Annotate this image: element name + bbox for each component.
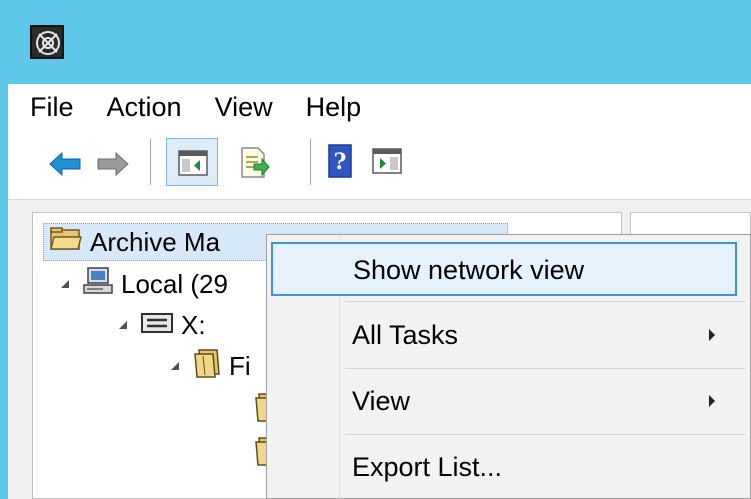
- folder-open-icon: [50, 226, 82, 258]
- menu-item-all-tasks[interactable]: All Tasks: [267, 303, 750, 367]
- back-arrow-icon[interactable]: [48, 150, 82, 183]
- submenu-arrow-icon: [709, 329, 715, 341]
- menu-help[interactable]: Help: [289, 84, 378, 130]
- menu-action[interactable]: Action: [90, 84, 198, 130]
- menu-file[interactable]: File: [8, 84, 90, 130]
- folder-stack-icon: [193, 348, 221, 385]
- expand-triangle-icon[interactable]: [171, 362, 179, 370]
- tree-node-drive-x[interactable]: X:: [119, 306, 206, 344]
- expand-triangle-icon[interactable]: [119, 321, 127, 329]
- column-header[interactable]: [631, 213, 751, 235]
- menu-item-label: View: [352, 386, 411, 416]
- app-icon[interactable]: [30, 25, 64, 59]
- title-bar: [0, 0, 751, 84]
- forward-arrow-icon[interactable]: [96, 150, 130, 183]
- menu-item-label: Show network view: [353, 255, 585, 285]
- toolbar: ?: [8, 130, 751, 200]
- menu-bar: File Action View Help: [8, 84, 751, 130]
- menu-separator: [345, 301, 745, 302]
- context-menu: Show network view All Tasks View Export …: [266, 234, 751, 499]
- tree-node-label: X:: [181, 309, 206, 340]
- toolbar-separator: [310, 139, 311, 185]
- export-list-icon[interactable]: [240, 147, 270, 184]
- tree-node-label: Local (29: [121, 268, 228, 299]
- menu-item-view[interactable]: View: [267, 369, 750, 433]
- drive-icon: [141, 310, 173, 341]
- expand-triangle-icon[interactable]: [61, 280, 69, 288]
- tree-node-local[interactable]: Local (29: [61, 265, 228, 303]
- menu-view[interactable]: View: [198, 84, 289, 130]
- menu-item-export-list[interactable]: Export List...: [267, 435, 750, 499]
- toolbar-separator: [150, 139, 151, 185]
- submenu-arrow-icon: [709, 395, 715, 407]
- svg-text:?: ?: [334, 149, 347, 175]
- show-action-pane-icon[interactable]: [372, 148, 402, 179]
- computer-icon: [83, 266, 113, 302]
- menu-item-show-network-view[interactable]: Show network view: [271, 242, 737, 296]
- show-hide-console-tree-icon[interactable]: [166, 138, 218, 186]
- tree-node-label: Fi: [229, 350, 251, 381]
- menu-item-label: All Tasks: [352, 320, 459, 350]
- tree-node-label: Archive Ma: [90, 226, 221, 257]
- menu-item-label: Export List...: [352, 452, 503, 482]
- help-icon[interactable]: ?: [328, 144, 352, 183]
- tree-node-folder[interactable]: Fi: [171, 347, 251, 385]
